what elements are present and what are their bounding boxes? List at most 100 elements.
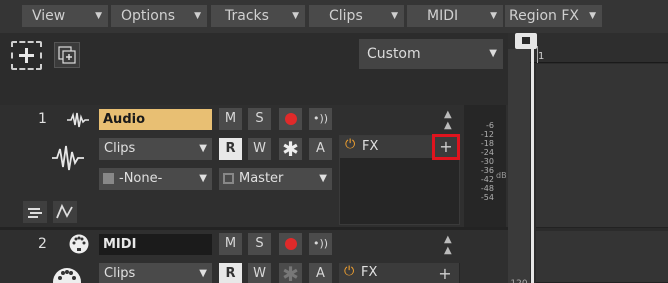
- mute-button[interactable]: M: [219, 108, 242, 130]
- asterisk-icon: ✱: [282, 262, 299, 283]
- track-toolbar: Custom ▼: [0, 33, 508, 105]
- solo-button[interactable]: S: [248, 108, 271, 130]
- clip-lane-midi[interactable]: [536, 231, 668, 283]
- input-port-icon: [103, 173, 114, 184]
- chevron-down-icon: ▼: [194, 11, 201, 21]
- track-name: MIDI: [103, 237, 137, 252]
- add-folder-icon: [58, 46, 76, 64]
- automation-toggle-button[interactable]: ✱: [279, 263, 302, 283]
- archive-button[interactable]: A: [309, 263, 332, 283]
- menu-tracks[interactable]: Tracks ▼: [211, 5, 305, 27]
- automation-toggle-button[interactable]: ✱: [279, 138, 302, 160]
- add-track-button[interactable]: [11, 41, 42, 70]
- write-label: W: [253, 266, 266, 281]
- track-menu-button[interactable]: [23, 201, 47, 223]
- fx-label: FX: [361, 265, 378, 280]
- meter-tick: -6: [486, 121, 494, 130]
- vertical-zoom-strip[interactable]: 120: [508, 49, 530, 283]
- menu-region-fx-label: Region FX: [509, 8, 580, 24]
- write-automation-button[interactable]: W: [248, 263, 271, 283]
- input-echo-icon: •)): [312, 237, 329, 250]
- output-value: Master: [239, 171, 284, 186]
- ruler-bar-number: 1: [538, 51, 545, 62]
- menu-options-label: Options: [121, 8, 176, 24]
- solo-button[interactable]: S: [248, 233, 271, 255]
- chevron-down-icon: ▼: [489, 48, 497, 59]
- add-track-folder-button[interactable]: [54, 42, 80, 68]
- now-time-marker[interactable]: [515, 33, 537, 49]
- clip-lane-audio[interactable]: [536, 64, 668, 228]
- track-strip-audio[interactable]: 1 Audio M S •)) Clips ▼ R W ✱ A -None- ▼…: [0, 105, 508, 227]
- track-number: 1: [38, 111, 47, 127]
- asterisk-icon: ✱: [282, 137, 299, 161]
- track-name: Audio: [103, 112, 146, 127]
- preset-value: Custom: [367, 46, 421, 62]
- menu-clips[interactable]: Clips ▼: [309, 5, 404, 27]
- meter-unit: dB: [496, 171, 507, 180]
- track-view-select[interactable]: Clips ▼: [99, 263, 212, 283]
- input-echo-button[interactable]: •)): [309, 233, 332, 255]
- read-automation-button[interactable]: R: [219, 263, 242, 283]
- output-select[interactable]: Master ▼: [219, 168, 332, 190]
- mute-label: M: [224, 236, 237, 251]
- track-strip-midi[interactable]: 2 MIDI M S •)) Clips ▼ R W ✱ A ⏻ FX + ▲ …: [0, 230, 508, 283]
- read-automation-button[interactable]: R: [219, 138, 242, 160]
- track-view: 1 Audio M S •)) Clips ▼ R W ✱ A -None- ▼…: [0, 105, 508, 283]
- chevron-down-icon: ▼: [490, 11, 497, 21]
- collapse-up-icon[interactable]: ▲ ▲: [444, 234, 452, 256]
- record-dot-icon: [285, 238, 297, 250]
- write-automation-button[interactable]: W: [248, 138, 271, 160]
- meter-tick: -18: [480, 139, 494, 148]
- input-echo-button[interactable]: •)): [309, 108, 332, 130]
- fx-bin[interactable]: ⏻ FX +: [339, 134, 460, 225]
- power-icon[interactable]: ⏻: [344, 264, 354, 279]
- record-arm-button[interactable]: [279, 233, 302, 255]
- menu-options[interactable]: Options ▼: [111, 5, 207, 27]
- menu-midi[interactable]: MIDI ▼: [407, 5, 503, 27]
- mute-button[interactable]: M: [219, 233, 242, 255]
- chevron-down-icon: ▼: [589, 11, 596, 21]
- chevron-down-icon: ▼: [391, 11, 398, 21]
- archive-button[interactable]: A: [309, 138, 332, 160]
- zoom-value: 120: [508, 279, 530, 283]
- now-time-line: [531, 49, 534, 283]
- mute-label: M: [224, 111, 237, 126]
- add-fx-button[interactable]: +: [434, 264, 456, 283]
- read-label: R: [225, 266, 236, 281]
- archive-label: A: [316, 141, 325, 156]
- collapse-up-icon[interactable]: ▲ ▲: [444, 109, 452, 131]
- meter-tick: -12: [480, 130, 494, 139]
- track-view-value: Clips: [104, 141, 136, 156]
- input-select[interactable]: -None- ▼: [99, 168, 212, 190]
- track-name-field[interactable]: Audio: [99, 109, 212, 130]
- record-arm-button[interactable]: [279, 108, 302, 130]
- track-view-select[interactable]: Clips ▼: [99, 138, 212, 160]
- menu-region-fx[interactable]: Region FX ▼: [505, 5, 602, 27]
- meter-tick: -36: [480, 166, 494, 175]
- fx-bin[interactable]: ⏻ FX +: [339, 263, 460, 283]
- menu-tracks-label: Tracks: [225, 8, 269, 24]
- meter-tick: -24: [480, 148, 494, 157]
- track-view-value: Clips: [104, 266, 136, 281]
- audio-track-large-icon: [52, 145, 84, 171]
- meter-tick: -54: [480, 193, 494, 202]
- add-fx-button[interactable]: +: [432, 134, 460, 160]
- chevron-down-icon: ▼: [292, 11, 299, 21]
- input-echo-icon: •)): [312, 112, 329, 125]
- automation-lanes-button[interactable]: [53, 201, 77, 223]
- output-port-icon: [223, 173, 234, 184]
- menu-clips-label: Clips: [329, 8, 363, 24]
- menu-midi-label: MIDI: [427, 8, 459, 24]
- power-icon[interactable]: ⏻: [345, 137, 355, 152]
- chevron-down-icon: ▼: [319, 173, 327, 184]
- timeline-area: 1 120: [508, 33, 668, 283]
- track-name-field[interactable]: MIDI: [99, 234, 212, 255]
- menu-bar: View ▼ Options ▼ Tracks ▼ Clips ▼ MIDI ▼…: [0, 0, 668, 33]
- menu-view[interactable]: View ▼: [22, 5, 108, 27]
- menu-view-label: View: [32, 8, 66, 24]
- midi-track-large-icon: [53, 268, 81, 283]
- record-dot-icon: [285, 113, 297, 125]
- meter-tick: -30: [480, 157, 494, 166]
- track-view-preset-select[interactable]: Custom ▼: [359, 39, 503, 69]
- meter-tick: -42: [480, 175, 494, 184]
